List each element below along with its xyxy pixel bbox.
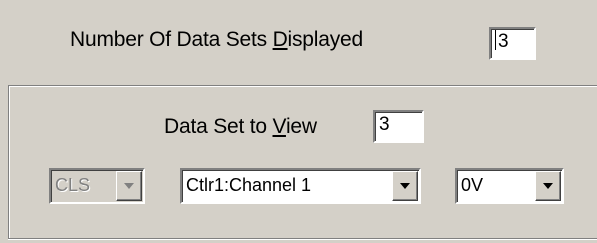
chevron-down-icon [400, 183, 410, 189]
chevron-down-icon [124, 183, 134, 189]
cls-combo-value: CLS [55, 175, 91, 195]
number-of-data-sets-label: Number Of Data Sets Displayed [70, 28, 363, 52]
voltage-combo[interactable]: 0V [455, 168, 564, 204]
data-set-to-view-input[interactable]: 3 [373, 110, 424, 143]
voltage-combo-value: 0V [461, 175, 484, 195]
data-set-settings-panel: Number Of Data Sets Displayed 3 Data Set… [0, 0, 597, 243]
channel-combo[interactable]: Ctlr1:Channel 1 [180, 168, 421, 204]
number-of-data-sets-input[interactable]: 3 [489, 27, 536, 60]
number-of-data-sets-label-post: isplayed [287, 28, 364, 51]
chevron-down-icon [543, 183, 553, 189]
data-set-to-view-label-pre: Data Set to [164, 115, 273, 138]
data-set-to-view-label: Data Set to View [164, 115, 317, 139]
cls-dropdown-button [116, 171, 142, 201]
number-of-data-sets-label-pre: Number Of Data Sets [70, 28, 273, 51]
data-set-to-view-label-post: iew [285, 115, 317, 138]
data-set-group-box [8, 85, 597, 239]
channel-dropdown-button[interactable] [392, 171, 418, 201]
data-set-to-view-value: 3 [379, 114, 390, 135]
number-of-data-sets-accel: D [272, 28, 288, 51]
cls-combo: CLS [49, 168, 145, 204]
data-set-to-view-accel: V [272, 115, 287, 138]
channel-combo-value: Ctlr1:Channel 1 [186, 175, 312, 195]
text-caret [495, 30, 496, 51]
voltage-dropdown-button[interactable] [535, 171, 561, 201]
number-of-data-sets-value: 3 [498, 31, 509, 52]
